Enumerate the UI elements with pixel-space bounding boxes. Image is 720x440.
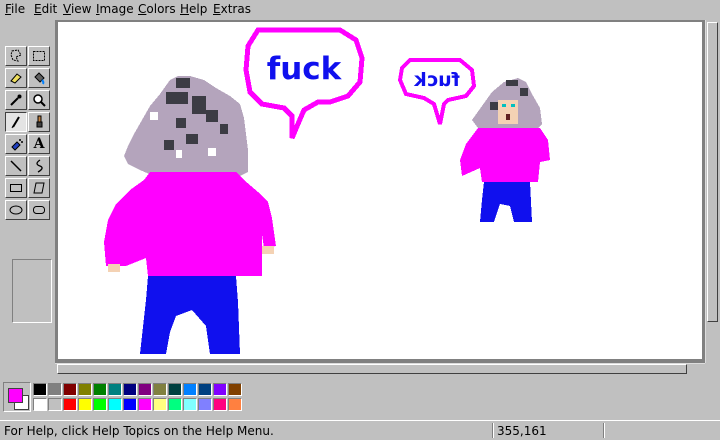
palette-swatch[interactable]	[198, 383, 212, 396]
small-speech-text: fuck	[414, 69, 460, 91]
palette-swatch[interactable]	[168, 398, 182, 411]
status-help-text: For Help, click Help Topics on the Help …	[4, 424, 274, 438]
rect-select-tool[interactable]	[28, 46, 50, 66]
line-icon	[10, 160, 22, 172]
airbrush-icon	[11, 139, 23, 151]
toolbox: A	[3, 46, 53, 323]
tool-options-box[interactable]	[12, 259, 52, 323]
line-tool[interactable]	[5, 156, 27, 176]
menu-file[interactable]: File	[5, 1, 25, 17]
vertical-scroll-thumb[interactable]	[707, 22, 718, 322]
canvas-artwork: fuck fuck	[104, 27, 550, 354]
status-separator	[492, 423, 494, 438]
text-icon: A	[33, 136, 45, 152]
horizontal-scrollbar[interactable]	[55, 363, 705, 375]
menu-colors[interactable]: Colors	[138, 1, 176, 17]
status-bar: For Help, click Help Topics on the Help …	[0, 420, 720, 440]
palette-swatch[interactable]	[93, 398, 107, 411]
eyedropper-icon	[10, 94, 22, 106]
brush-tool[interactable]	[28, 112, 50, 132]
large-character	[104, 76, 276, 354]
curve-icon	[36, 159, 43, 173]
palette-swatch[interactable]	[168, 383, 182, 396]
palette-swatch[interactable]	[138, 383, 152, 396]
rectangle-icon	[10, 184, 22, 192]
ellipse-icon	[9, 205, 23, 215]
palette-swatch[interactable]	[63, 383, 77, 396]
rectangle-tool[interactable]	[5, 178, 27, 198]
palette-swatch[interactable]	[153, 398, 167, 411]
magnifier-tool[interactable]	[28, 90, 50, 110]
palette-swatch[interactable]	[108, 383, 122, 396]
palette-swatch[interactable]	[138, 398, 152, 411]
large-speech-bubble: fuck	[243, 27, 365, 139]
free-form-select-icon	[10, 49, 22, 62]
palette-swatch[interactable]	[33, 398, 47, 411]
cursor-coordinates: 355,161	[497, 424, 547, 438]
rounded-rect-tool[interactable]	[28, 200, 50, 220]
palette-swatch[interactable]	[63, 398, 77, 411]
palette-swatch[interactable]	[108, 398, 122, 411]
ellipse-tool[interactable]	[5, 200, 27, 220]
palette-swatch[interactable]	[78, 398, 92, 411]
color-picker-tool[interactable]	[5, 90, 27, 110]
palette-swatch[interactable]	[48, 398, 62, 411]
foreground-color-swatch	[8, 388, 23, 403]
free-select-tool[interactable]	[5, 46, 27, 66]
menu-image[interactable]: Image	[96, 1, 134, 17]
palette-swatch[interactable]	[183, 398, 197, 411]
polygon-icon	[33, 182, 45, 194]
menu-help[interactable]: Help	[180, 1, 207, 17]
palette-swatch[interactable]	[198, 398, 212, 411]
palette-swatch[interactable]	[213, 383, 227, 396]
horizontal-scroll-thumb[interactable]	[57, 364, 687, 374]
palette-swatch[interactable]	[33, 383, 47, 396]
palette-swatch[interactable]	[78, 383, 92, 396]
rounded-rectangle-icon	[33, 206, 45, 214]
rectangle-select-icon	[33, 51, 45, 61]
status-separator	[603, 423, 605, 438]
palette-swatch[interactable]	[123, 398, 137, 411]
fill-tool[interactable]	[28, 68, 50, 88]
eraser-tool[interactable]	[5, 68, 27, 88]
drawing-canvas[interactable]: fuck fuck	[58, 22, 702, 359]
magnifier-icon	[33, 94, 46, 107]
vertical-scrollbar[interactable]	[705, 20, 719, 363]
menu-bar: File Edit View Image Colors Help Extras	[0, 0, 720, 18]
eraser-icon	[10, 73, 22, 84]
polygon-tool[interactable]	[28, 178, 50, 198]
small-character	[460, 78, 550, 222]
palette-swatch[interactable]	[123, 383, 137, 396]
curve-tool[interactable]	[28, 156, 50, 176]
palette-swatch[interactable]	[153, 383, 167, 396]
airbrush-tool[interactable]	[5, 134, 27, 154]
brush-icon	[36, 115, 43, 128]
palette-swatch[interactable]	[228, 398, 242, 411]
palette-swatch[interactable]	[213, 398, 227, 411]
pencil-tool[interactable]	[5, 112, 27, 132]
menu-view[interactable]: View	[63, 1, 91, 17]
fill-bucket-icon	[34, 72, 45, 85]
large-speech-text: fuck	[267, 51, 343, 87]
palette-swatch[interactable]	[183, 383, 197, 396]
pencil-icon	[11, 116, 20, 129]
palette-swatch[interactable]	[228, 383, 242, 396]
current-colors-indicator[interactable]	[3, 382, 31, 412]
palette-swatch[interactable]	[93, 383, 107, 396]
menu-extras[interactable]: Extras	[213, 1, 251, 17]
small-speech-bubble: fuck	[397, 58, 477, 125]
palette-swatch[interactable]	[48, 383, 62, 396]
menu-edit[interactable]: Edit	[34, 1, 57, 17]
color-palette	[0, 378, 720, 418]
text-tool[interactable]: A	[28, 134, 50, 154]
